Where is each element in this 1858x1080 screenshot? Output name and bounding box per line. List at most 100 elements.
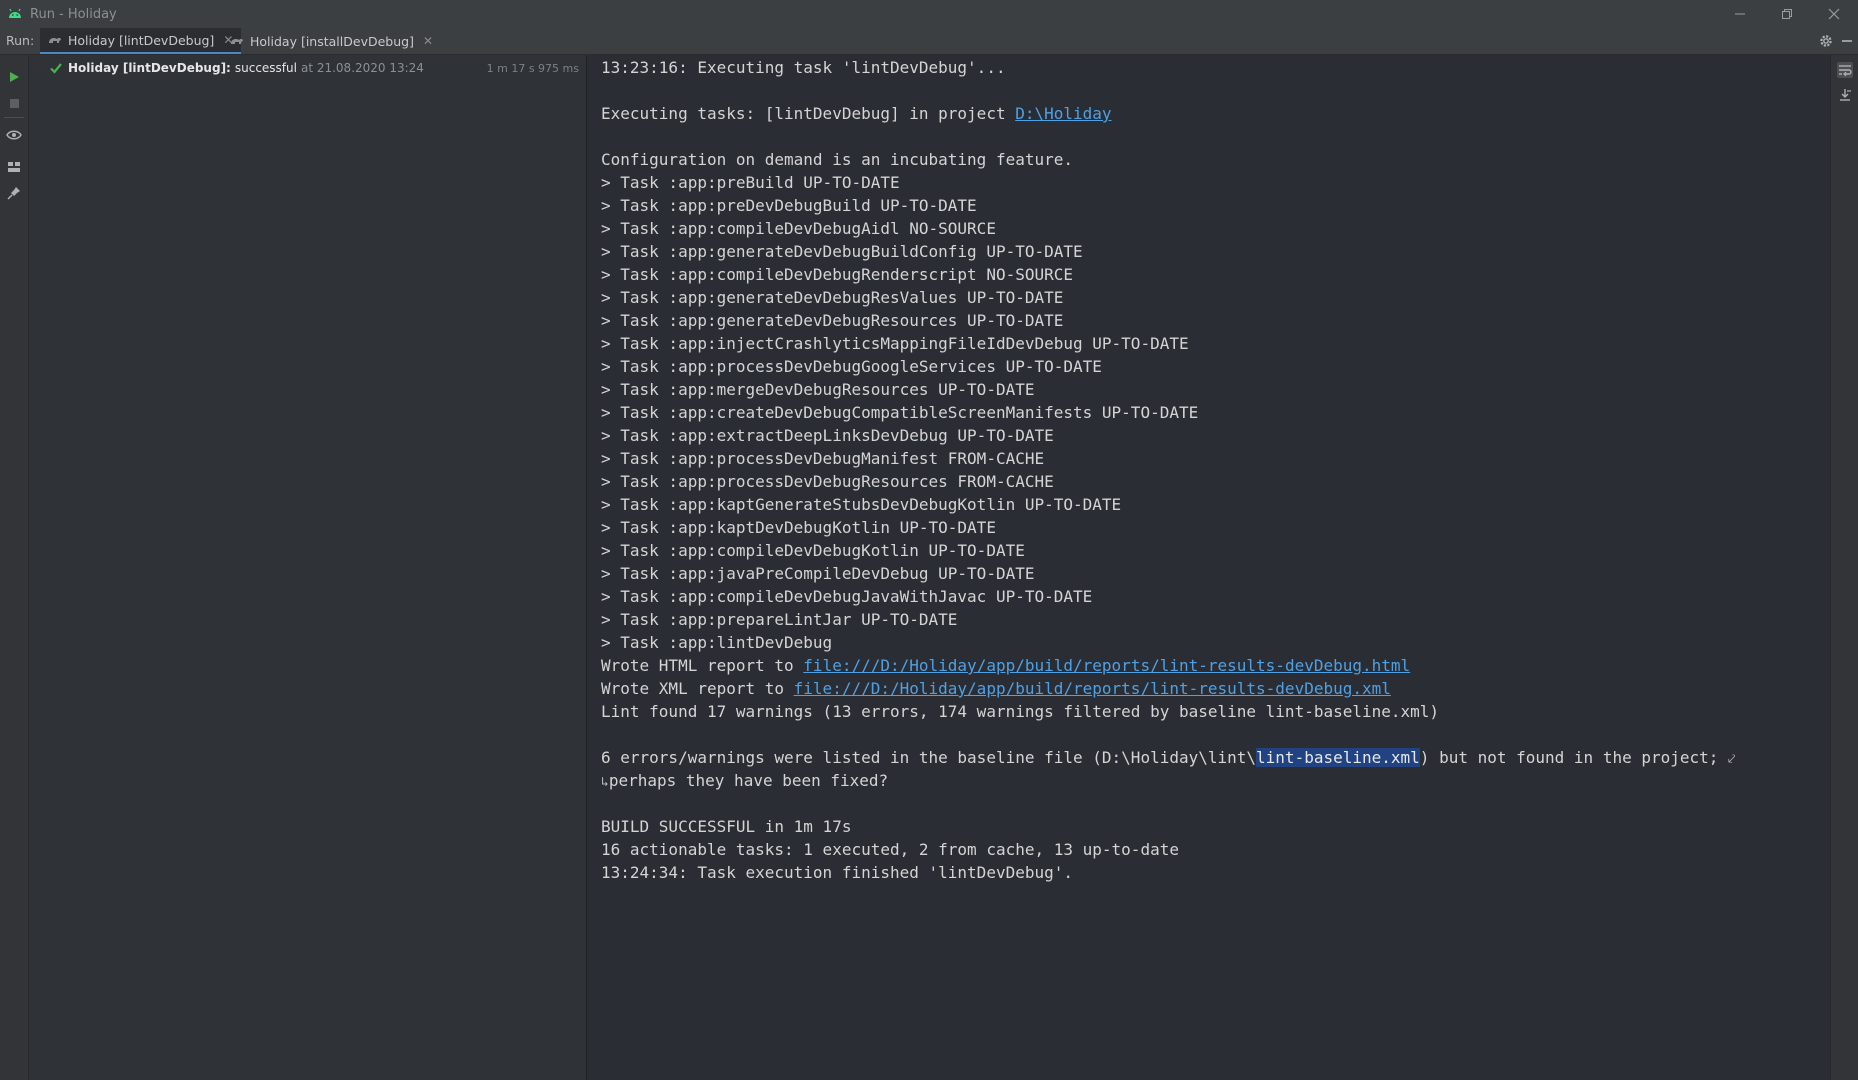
console-selected-text: lint-baseline.xml	[1256, 748, 1420, 767]
console-text: > Task :app:compileDevDebugAidl NO-SOURC…	[601, 219, 996, 238]
console-text: Configuration on demand is an incubating…	[601, 150, 1074, 169]
minimize-icon	[1735, 13, 1745, 15]
console-line: 13:23:16: Executing task 'lintDevDebug'.…	[601, 56, 1735, 79]
console-link[interactable]: D:\Holiday	[1015, 104, 1111, 123]
stop-icon	[9, 98, 19, 108]
layout-icon	[8, 162, 20, 172]
rerun-button[interactable]	[6, 69, 22, 85]
console-line: > Task :app:mergeDevDebugResources UP-TO…	[601, 378, 1735, 401]
console-line: > Task :app:processDevDebugGoogleService…	[601, 355, 1735, 378]
console-text: > Task :app:compileDevDebugKotlin UP-TO-…	[601, 541, 1025, 560]
console-link[interactable]: file:///D:/Holiday/app/build/reports/lin…	[803, 656, 1410, 675]
gear-icon[interactable]	[1818, 33, 1834, 49]
console-text: > Task :app:processDevDebugManifest FROM…	[601, 449, 1045, 468]
console-text: > Task :app:javaPreCompileDevDebug UP-TO…	[601, 564, 1035, 583]
soft-wrap-button[interactable]	[1837, 62, 1853, 78]
console-text: > Task :app:compileDevDebugJavaWithJavac…	[601, 587, 1093, 606]
console-text: > Task :app:preDevDebugBuild UP-TO-DATE	[601, 196, 977, 215]
console-line: > Task :app:prepareLintJar UP-TO-DATE	[601, 608, 1735, 631]
console-line: > Task :app:generateDevDebugResValues UP…	[601, 286, 1735, 309]
console-line: 6 errors/warnings were listed in the bas…	[601, 746, 1735, 769]
pin-button[interactable]	[6, 185, 22, 201]
soft-wrap-icon: ⤦	[1728, 752, 1736, 767]
console-line: > Task :app:lintDevDebug	[601, 631, 1735, 654]
checkmark-icon	[50, 63, 62, 74]
console-line: Executing tasks: [lintDevDebug] in proje…	[601, 102, 1735, 125]
scroll-to-end-button[interactable]	[1837, 87, 1853, 103]
toolbar-divider	[4, 117, 24, 118]
console-text: > Task :app:generateDevDebugBuildConfig …	[601, 242, 1083, 261]
console-line: > Task :app:generateDevDebugBuildConfig …	[601, 240, 1735, 263]
console-text: 6 errors/warnings were listed in the bas…	[601, 748, 1257, 767]
gradle-icon	[49, 37, 61, 43]
console-line: Configuration on demand is an incubating…	[601, 148, 1735, 171]
console-line: > Task :app:compileDevDebugKotlin UP-TO-…	[601, 539, 1735, 562]
minimize-window-button[interactable]	[1717, 0, 1763, 28]
console-text: > Task :app:createDevDebugCompatibleScre…	[601, 403, 1199, 422]
tab-lint-dev-debug[interactable]: Holiday [lintDevDebug] ✕	[40, 28, 242, 54]
left-toolbar	[0, 55, 29, 1080]
console-line: > Task :app:injectCrashlyticsMappingFile…	[601, 332, 1735, 355]
console-text: Wrote XML report to	[601, 679, 794, 698]
scroll-to-end-icon	[1840, 89, 1851, 101]
console-lines: 13:23:16: Executing task 'lintDevDebug'.…	[601, 56, 1735, 884]
watch-button[interactable]	[6, 127, 22, 143]
tree-item-name: Holiday [lintDevDebug]:	[68, 61, 231, 75]
console-text: > Task :app:compileDevDebugRenderscript …	[601, 265, 1074, 284]
console-text: > Task :app:generateDevDebugResources UP…	[601, 311, 1064, 330]
console-line: BUILD SUCCESSFUL in 1m 17s	[601, 815, 1735, 838]
tab-label: Holiday [lintDevDebug]	[68, 32, 215, 48]
console-line: > Task :app:javaPreCompileDevDebug UP-TO…	[601, 562, 1735, 585]
console-line: > Task :app:preBuild UP-TO-DATE	[601, 171, 1735, 194]
console-link[interactable]: file:///D:/Holiday/app/build/reports/lin…	[794, 679, 1391, 698]
console-text: > Task :app:extractDeepLinksDevDebug UP-…	[601, 426, 1054, 445]
console-line: 16 actionable tasks: 1 executed, 2 from …	[601, 838, 1735, 861]
tree-item-duration: 1 m 17 s 975 ms	[486, 61, 579, 75]
android-icon	[9, 8, 21, 18]
console-text: 13:23:16: Executing task 'lintDevDebug'.…	[601, 58, 1006, 77]
console-text: > Task :app:processDevDebugGoogleService…	[601, 357, 1102, 376]
tab-label: Holiday [installDevDebug]	[250, 33, 414, 49]
console-line: 13:24:34: Task execution finished 'lintD…	[601, 861, 1735, 884]
tree-item-run[interactable]: Holiday [lintDevDebug]: successful at 21…	[49, 59, 579, 77]
restore-window-button[interactable]	[1764, 0, 1810, 28]
tab-install-dev-debug[interactable]: Holiday [installDevDebug] ✕	[222, 28, 441, 54]
console-line: > Task :app:kaptGenerateStubsDevDebugKot…	[601, 493, 1735, 516]
soft-wrap-continue-icon: ↳	[601, 775, 609, 790]
console-text: 13:24:34: Task execution finished 'lintD…	[601, 863, 1074, 882]
close-tab-icon[interactable]: ✕	[423, 34, 433, 48]
play-icon	[10, 72, 19, 82]
console-text: > Task :app:kaptGenerateStubsDevDebugKot…	[601, 495, 1122, 514]
title-bar: Run - Holiday	[0, 0, 1858, 28]
layout-button[interactable]	[6, 159, 22, 175]
window-title: Run - Holiday	[30, 6, 117, 22]
pin-icon	[7, 187, 20, 200]
console-line: ↳perhaps they have been fixed?	[601, 769, 1735, 792]
soft-wrap-icon	[1839, 65, 1852, 76]
close-window-button[interactable]	[1811, 0, 1857, 28]
console-line: > Task :app:processDevDebugManifest FROM…	[601, 447, 1735, 470]
console-text: > Task :app:injectCrashlyticsMappingFile…	[601, 334, 1189, 353]
tree-item-time: at 21.08.2020 13:24	[300, 61, 424, 75]
eye-icon	[6, 130, 22, 140]
restore-icon	[1782, 9, 1792, 19]
console-line: > Task :app:kaptDevDebugKotlin UP-TO-DAT…	[601, 516, 1735, 539]
console-line: Wrote XML report to file:///D:/Holiday/a…	[601, 677, 1735, 700]
console-text: Lint found 17 warnings (13 errors, 174 w…	[601, 702, 1440, 721]
console-text: > Task :app:lintDevDebug	[601, 633, 833, 652]
run-label: Run:	[6, 33, 35, 48]
console-text: > Task :app:mergeDevDebugResources UP-TO…	[601, 380, 1035, 399]
console-line: > Task :app:processDevDebugResources FRO…	[601, 470, 1735, 493]
console-line: > Task :app:generateDevDebugResources UP…	[601, 309, 1735, 332]
console-line: Wrote HTML report to file:///D:/Holiday/…	[601, 654, 1735, 677]
console-line: > Task :app:compileDevDebugJavaWithJavac…	[601, 585, 1735, 608]
console-output[interactable]: 13:23:16: Executing task 'lintDevDebug'.…	[587, 55, 1830, 1080]
console-text: perhaps they have been fixed?	[608, 771, 889, 790]
run-tree-panel: Holiday [lintDevDebug]: successful at 21…	[29, 55, 587, 1080]
hide-panel-icon[interactable]	[1842, 40, 1852, 42]
stop-button[interactable]	[6, 95, 22, 111]
